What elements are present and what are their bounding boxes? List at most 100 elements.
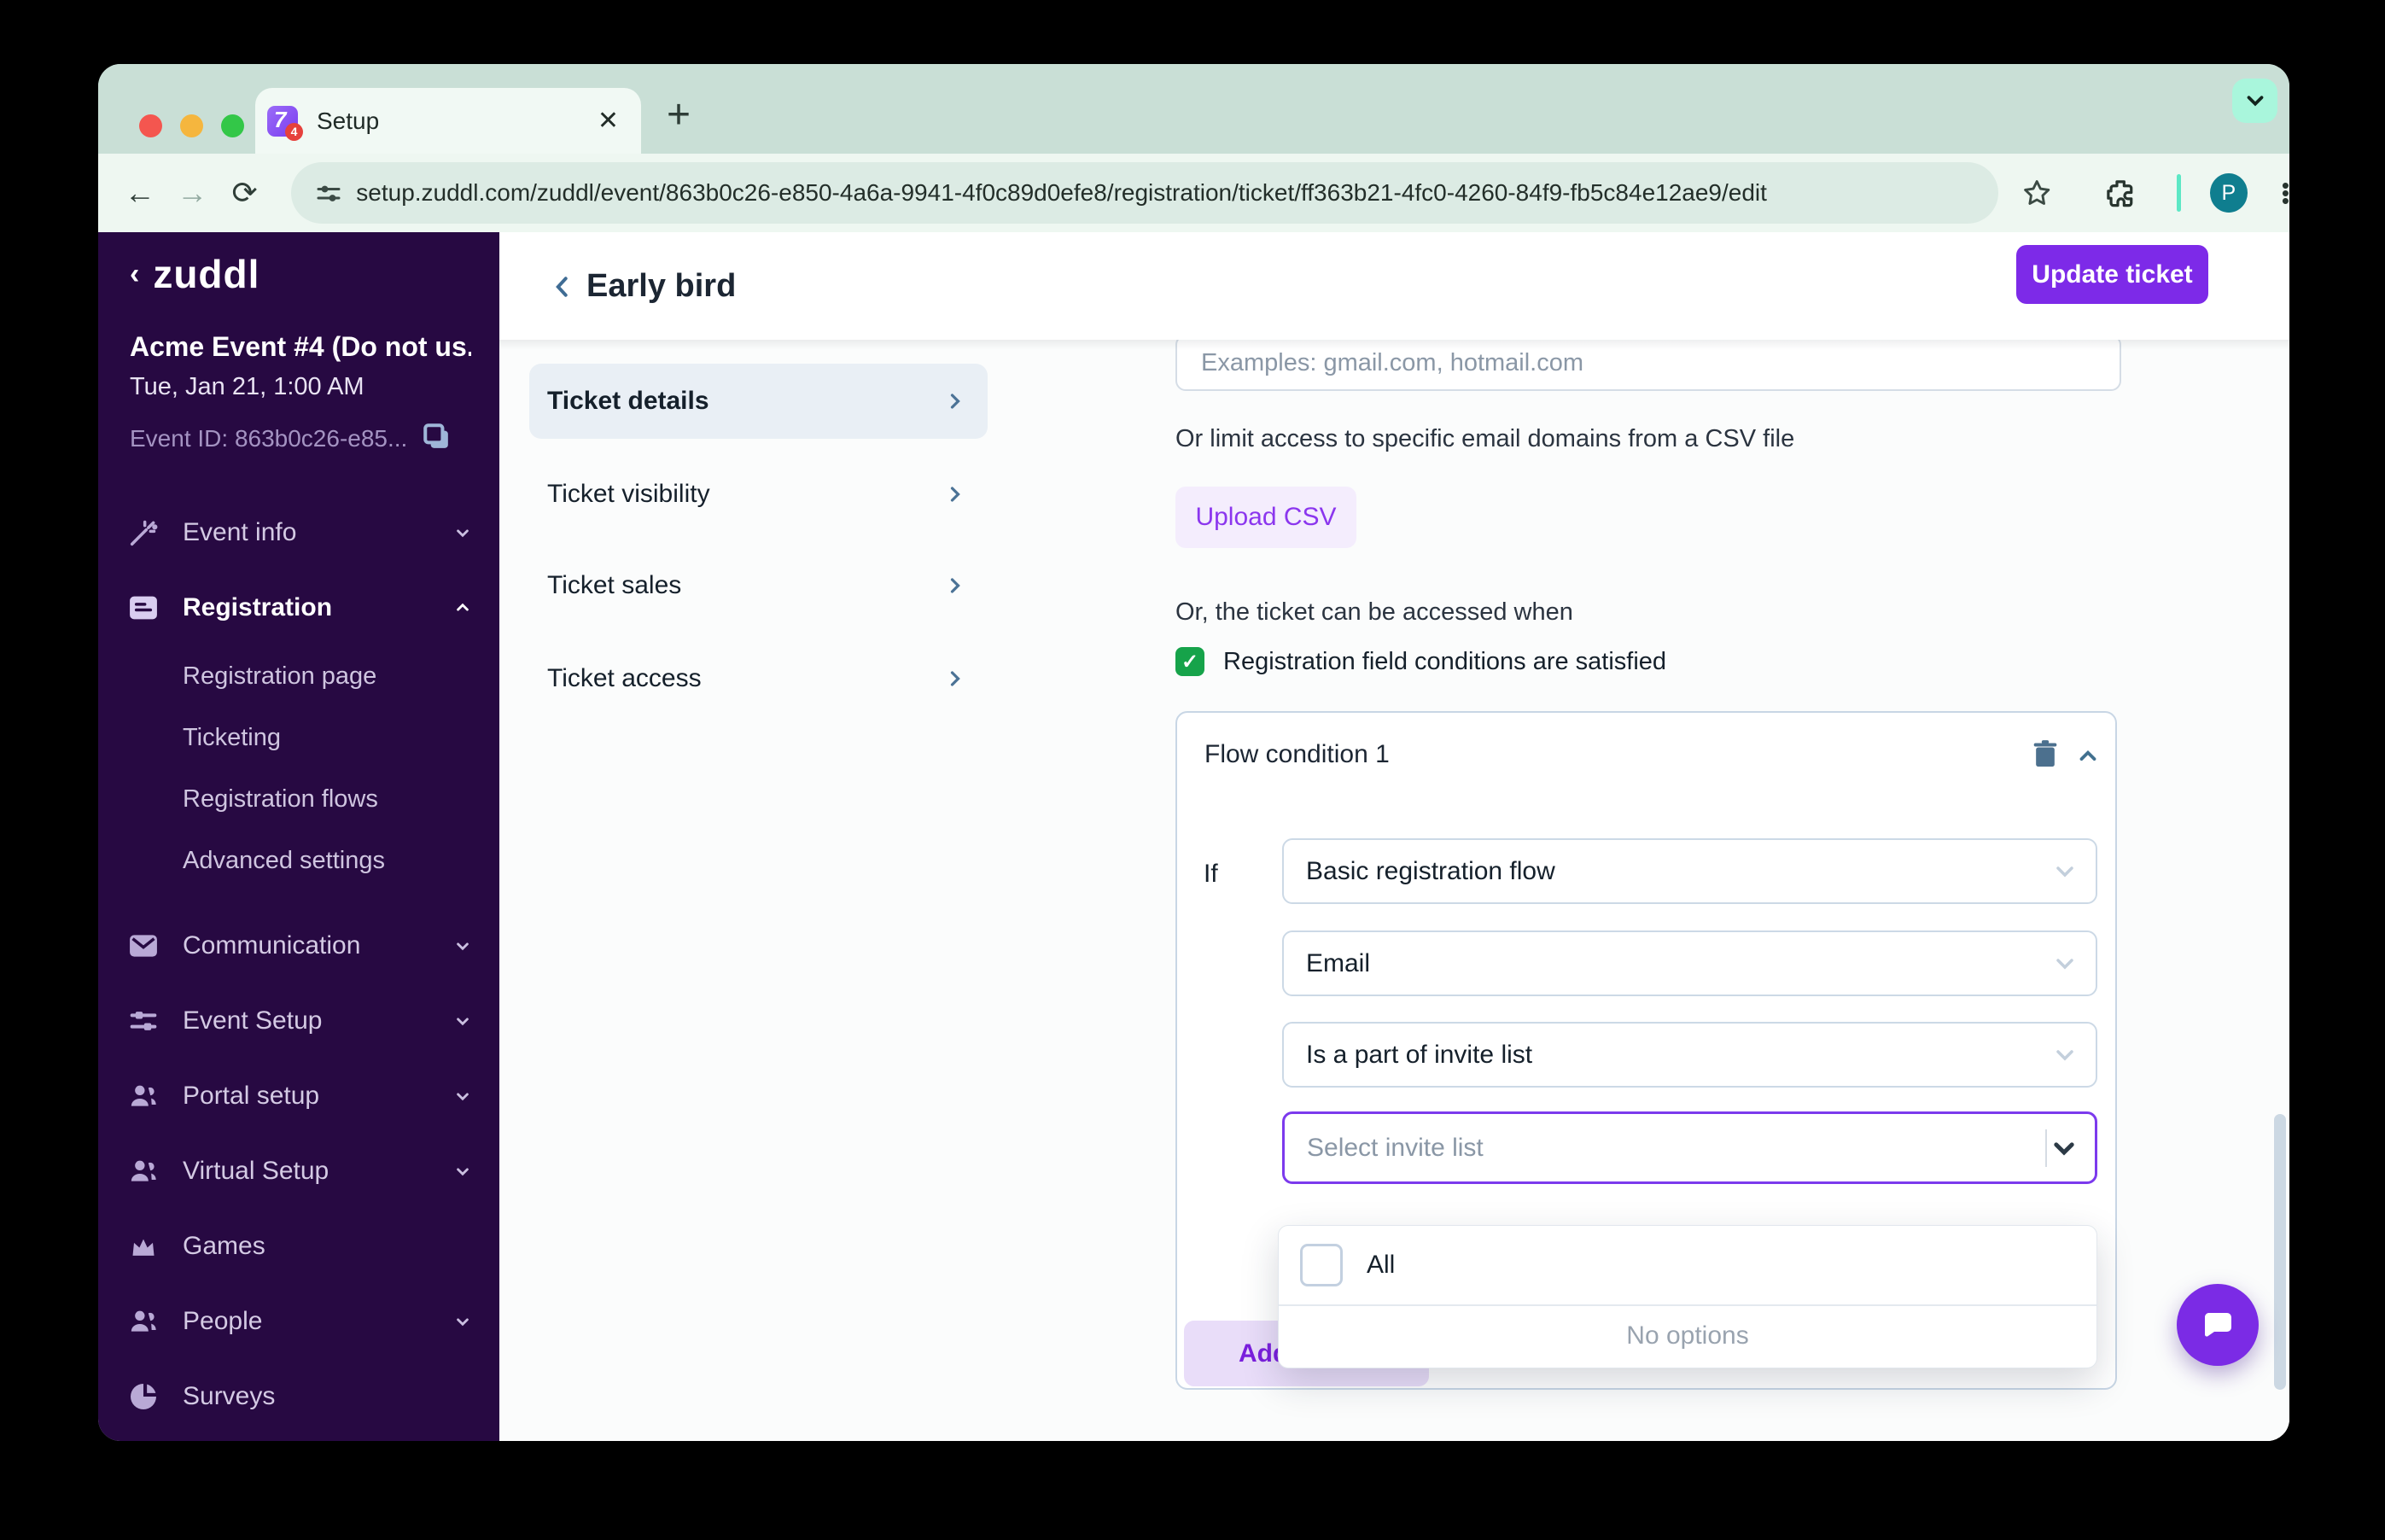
chevron-down-icon[interactable]: [2047, 1131, 2081, 1165]
csv-hint-text: Or limit access to specific email domain…: [1175, 425, 1795, 452]
back-icon[interactable]: [547, 271, 578, 302]
chat-bubble-icon: [2204, 1313, 2231, 1337]
tab-title: Setup: [317, 107, 380, 134]
flow-select[interactable]: Basic registration flow: [1282, 838, 2097, 904]
people-icon: [131, 1310, 156, 1332]
reload-icon[interactable]: ⟳: [219, 175, 271, 211]
sidebar-item-registration-flows[interactable]: Registration flows: [98, 768, 499, 830]
sidebar-item-registration-page[interactable]: Registration page: [98, 645, 499, 707]
pie-chart-icon: [131, 1384, 156, 1409]
chevron-right-icon: [950, 394, 960, 409]
crown-icon: [132, 1239, 155, 1256]
zuddl-app: ‹ zuddl Acme Event #4 (Do not us... Tue,…: [98, 232, 2289, 1441]
back-chevron-icon[interactable]: ‹: [130, 258, 139, 291]
event-name: Acme Event #4 (Do not us...: [130, 331, 471, 362]
people-icon: [131, 1085, 156, 1106]
close-window-button[interactable]: [139, 114, 162, 137]
invite-list-select[interactable]: Select invite list: [1282, 1111, 2097, 1184]
dropdown-empty-text: No options: [1626, 1321, 1749, 1350]
sidebar-logo[interactable]: ‹ zuddl: [130, 251, 259, 297]
maximize-window-button[interactable]: [221, 114, 244, 137]
operator-select[interactable]: Is a part of invite list: [1282, 1022, 2097, 1088]
sliders-icon: [130, 1012, 157, 1030]
profile-avatar[interactable]: P: [2209, 173, 2248, 213]
sidebar-item-communication[interactable]: Communication: [98, 908, 499, 983]
sidebar-item-surveys[interactable]: Surveys: [98, 1359, 499, 1434]
tab-ticket-access[interactable]: Ticket access: [529, 641, 988, 716]
browser-tab[interactable]: 7 4 Setup ✕: [255, 88, 641, 154]
zuddl-logo: zuddl: [153, 252, 260, 296]
copy-icon[interactable]: [418, 418, 456, 456]
collapse-chevron-up-icon[interactable]: [2075, 744, 2101, 769]
browser-window: 7 4 Setup ✕ + ← → ⟳ setup.zuddl.com/zudd…: [98, 64, 2289, 1441]
chevron-right-icon: [950, 578, 960, 593]
chevron-down-icon: [2247, 96, 2263, 107]
page-title: Early bird: [586, 268, 737, 304]
browser-menu-icon[interactable]: • • •: [2282, 174, 2289, 212]
chevron-down-icon: [457, 1168, 469, 1176]
sidebar-item-virtual-setup[interactable]: Virtual Setup: [98, 1134, 499, 1209]
sidebar-item-event-info[interactable]: Event info: [98, 495, 499, 570]
new-tab-button[interactable]: +: [667, 95, 691, 136]
main-panel: Early bird Update ticket Ticket details …: [499, 232, 2289, 1441]
sidebar-item-games[interactable]: Games: [98, 1209, 499, 1284]
vertical-scrollbar[interactable]: [2274, 1114, 2286, 1390]
chevron-down-icon: [2056, 866, 2073, 877]
tab-ticket-sales[interactable]: Ticket sales: [529, 548, 988, 623]
sidebar-item-event-setup[interactable]: Event Setup: [98, 983, 499, 1059]
chevron-up-icon: [457, 603, 469, 611]
minimize-window-button[interactable]: [180, 114, 203, 137]
sidebar-nav: Event info Registration Registration pag…: [98, 495, 499, 1434]
chevron-right-icon: [950, 487, 960, 502]
address-bar[interactable]: setup.zuddl.com/zuddl/event/863b0c26-e85…: [291, 162, 1999, 224]
browser-toolbar: ← → ⟳ setup.zuddl.com/zuddl/event/863b0c…: [98, 154, 2289, 232]
checkbox-unchecked-icon[interactable]: [1300, 1244, 1343, 1286]
window-controls: [139, 114, 244, 137]
chevron-down-icon: [457, 1018, 469, 1026]
chevron-right-icon: [950, 671, 960, 686]
mail-icon: [130, 935, 157, 957]
access-hint-text: Or, the ticket can be accessed when: [1175, 598, 1573, 626]
close-tab-icon[interactable]: ✕: [598, 106, 619, 136]
if-label: If: [1204, 860, 1218, 888]
content-area: Ticket details Ticket visibility Ticket …: [499, 340, 2289, 1441]
invite-list-dropdown: All No options: [1278, 1225, 2097, 1368]
sidebar-item-registration[interactable]: Registration: [98, 570, 499, 645]
site-settings-icon[interactable]: [313, 178, 344, 208]
tab-ticket-visibility[interactable]: Ticket visibility: [529, 457, 988, 532]
event-date: Tue, Jan 21, 1:00 AM: [130, 373, 364, 400]
browser-tab-strip: 7 4 Setup ✕ +: [98, 64, 2289, 154]
sidebar-item-advanced-settings[interactable]: Advanced settings: [98, 830, 499, 891]
chevron-down-icon: [457, 1318, 469, 1327]
zuddl-favicon: 7 4: [267, 105, 303, 141]
sidebar-item-portal-setup[interactable]: Portal setup: [98, 1059, 499, 1134]
trash-icon[interactable]: [2028, 737, 2062, 771]
registration-form-icon: [130, 596, 157, 620]
chevron-down-icon: [457, 529, 469, 538]
field-select[interactable]: Email: [1282, 930, 2097, 996]
chat-support-button[interactable]: [2177, 1284, 2259, 1366]
extensions-puzzle-icon[interactable]: [2103, 175, 2137, 211]
wand-icon: [130, 520, 158, 546]
checkbox-checked-icon[interactable]: ✓: [1175, 647, 1204, 676]
tab-ticket-details[interactable]: Ticket details: [529, 364, 988, 439]
condition-checkbox-row[interactable]: ✓ Registration field conditions are sati…: [1175, 647, 1666, 676]
bookmark-star-icon[interactable]: [2021, 176, 2053, 210]
event-id: Event ID: 863b0c26-e85...: [130, 425, 408, 452]
upload-csv-button[interactable]: Upload CSV: [1175, 487, 1356, 548]
chevron-down-icon: [2056, 1049, 2073, 1060]
sidebar-item-people[interactable]: People: [98, 1284, 499, 1359]
flow-condition-title: Flow condition 1: [1204, 740, 1390, 768]
email-domains-input[interactable]: [1175, 340, 2121, 391]
condition-checkbox-label: Registration field conditions are satisf…: [1223, 647, 1667, 675]
page-header: Early bird Update ticket: [499, 232, 2289, 340]
forward-icon[interactable]: →: [166, 175, 218, 211]
back-icon[interactable]: ←: [114, 175, 166, 211]
people-icon: [131, 1160, 156, 1181]
dropdown-option-all[interactable]: All: [1279, 1226, 2096, 1306]
sidebar-item-ticketing[interactable]: Ticketing: [98, 707, 499, 768]
update-ticket-button[interactable]: Update ticket: [2016, 245, 2208, 304]
toolbar-divider: [2176, 174, 2181, 212]
tab-search-button[interactable]: [2232, 79, 2277, 123]
chevron-down-icon: [2056, 958, 2073, 969]
